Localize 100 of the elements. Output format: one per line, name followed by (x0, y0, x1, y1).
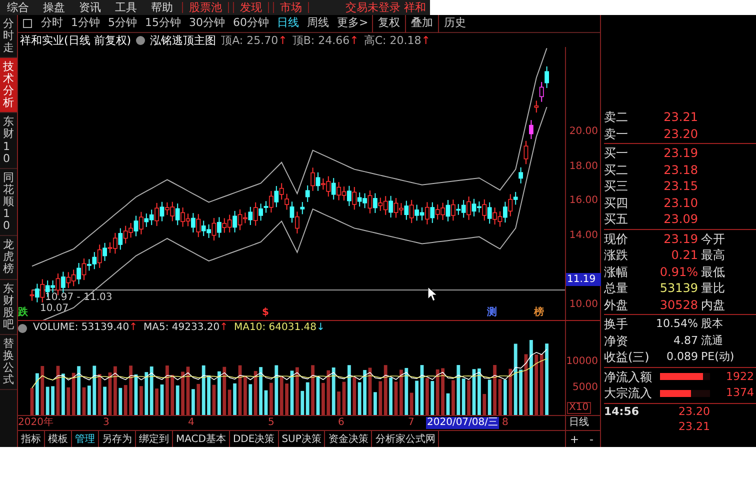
tick-price: 23.20 (678, 404, 710, 420)
current-price-label: 11.19 (566, 273, 601, 286)
quote-label: 总量 (604, 280, 629, 298)
indicator-reading: 顶A: 25.70 (221, 34, 278, 46)
menu-item[interactable]: 发现 (233, 2, 269, 13)
side-tab[interactable]: 技术分析 (0, 58, 17, 114)
period-tab[interactable]: 5分钟 (104, 15, 141, 32)
quote-value: 23.20 (662, 126, 698, 143)
date-label: 8 (502, 417, 508, 429)
event-marker[interactable]: $ (262, 308, 269, 318)
arrow-icon: ↑ (129, 323, 138, 333)
zoom-button[interactable]: - (583, 431, 600, 447)
quote-label: 现价 (604, 230, 629, 248)
cursor-icon (428, 287, 438, 301)
quote-value: 23.19 (662, 230, 698, 248)
price-axis-label: 14.00 (569, 231, 598, 241)
side-tab[interactable]: 东财股吧 (0, 280, 17, 335)
volume-reading: MA5: 49233.20 (144, 323, 220, 333)
period-tab[interactable]: 更多> (333, 15, 372, 32)
side-tab[interactable]: 东财10 (0, 113, 17, 169)
login-status: 交易未登录 祥和 (346, 2, 427, 13)
event-marker[interactable]: 跌 (18, 308, 28, 318)
period-label: 日线 (565, 416, 600, 430)
indicator-tab[interactable]: 分析家公式网 (372, 431, 440, 447)
flow-label: 净流入额 (604, 368, 653, 386)
indicator-toggle-icon[interactable] (136, 36, 146, 44)
quote-label: 净资 (604, 332, 629, 350)
event-marker[interactable]: 测 (487, 308, 497, 318)
period-tab[interactable]: 60分钟 (229, 15, 273, 32)
quote-label: 卖一 (604, 126, 629, 143)
price-axis-label: 20.00 (569, 127, 598, 137)
period-tab[interactable]: 周线 (303, 15, 333, 32)
indicator-tab[interactable]: 另存为 (99, 431, 136, 447)
quote-label: 最高 (700, 247, 725, 264)
quote-value: 23.18 (662, 162, 698, 179)
quote-label: 涨幅 (604, 264, 629, 281)
flow-label: 大宗流入 (604, 385, 653, 402)
price-axis-label: 10.00 (569, 300, 598, 310)
menu-item[interactable]: 帮助 (144, 2, 180, 13)
period-tab[interactable]: 15分钟 (141, 15, 185, 32)
indicator-tab[interactable]: MACD基本 (173, 431, 230, 447)
date-label: 5 (268, 417, 274, 429)
menu-item[interactable]: 股票池 (182, 2, 229, 13)
menu-item[interactable]: 市场 (273, 2, 309, 13)
tick-time: 14:56 (604, 404, 640, 418)
quote-label: 买五 (604, 211, 629, 228)
volume-scale-label: X10 (567, 402, 591, 414)
tool-button[interactable]: 复权 (372, 14, 406, 32)
quote-value: 0.21 (670, 247, 698, 264)
quote-label: 买三 (604, 178, 629, 196)
quote-value: 23.09 (662, 211, 698, 228)
quote-label: 买二 (604, 162, 629, 179)
indicator-tab[interactable]: SUP决策 (278, 431, 326, 447)
period-tab[interactable]: 1分钟 (67, 15, 104, 32)
indicator-tab[interactable]: DDE决策 (230, 431, 279, 447)
quote-label: 换手 (604, 316, 629, 334)
quote-label: 收益(三) (604, 349, 650, 366)
indicator-name: 泓铭逃顶主图 (150, 34, 216, 46)
menu-item[interactable]: 操盘 (36, 2, 72, 13)
quote-label: 今开 (700, 230, 725, 248)
side-tab[interactable]: 替换公式 (0, 334, 17, 390)
menu-item[interactable]: 工具 (108, 2, 144, 13)
quote-value: 30528 (658, 296, 698, 314)
flow-value: 1922 (726, 368, 755, 384)
tool-button[interactable]: 历史 (438, 14, 472, 32)
zoom-button[interactable]: + (566, 431, 583, 447)
menu-item[interactable]: 综合 (0, 2, 36, 13)
indicator-reading: 高C: 20.18 (364, 34, 422, 46)
period-tab[interactable]: 分时 (37, 15, 67, 32)
date-label: 6 (338, 417, 344, 429)
quote-label: 买一 (604, 145, 629, 162)
arrow-icon: ↑ (220, 323, 228, 333)
quote-label: 股本 (700, 316, 723, 332)
event-marker[interactable]: 榜 (534, 308, 544, 318)
quote-value: 23.15 (662, 178, 698, 196)
panel-toggle-icon[interactable] (23, 19, 32, 28)
indicator-tab[interactable]: 模板 (45, 431, 72, 447)
indicator-tab[interactable]: 指标 (18, 431, 45, 447)
menu-item[interactable]: 资讯 (72, 2, 108, 13)
quote-label: 买四 (604, 194, 629, 212)
collapse-icon[interactable] (18, 324, 27, 332)
indicator-tab[interactable]: 绑定到 (136, 431, 173, 447)
side-tab[interactable]: 同花顺10 (0, 168, 17, 236)
quote-label: PE(动) (700, 349, 734, 365)
period-tab[interactable]: 30分钟 (185, 15, 229, 32)
volume-axis-label: 5000 (572, 383, 598, 393)
side-tab[interactable]: 龙虎榜 (0, 236, 17, 280)
tick-price: 23.21 (678, 418, 710, 435)
date-label: 2020年 (18, 417, 54, 429)
quote-label: 流通 (700, 332, 723, 348)
quote-value: 53139 (658, 280, 698, 298)
quote-value: 23.19 (662, 145, 698, 162)
quote-label: 外盘 (604, 296, 629, 314)
indicator-tab[interactable]: 资金决策 (325, 431, 372, 447)
period-tab[interactable]: 日线 (273, 15, 303, 32)
tool-button[interactable]: 叠加 (405, 14, 438, 32)
indicator-tab[interactable]: 管理 (72, 431, 99, 447)
low-price-label: 10.07 (40, 304, 69, 314)
flow-value: 1374 (726, 385, 755, 401)
quote-value: 0.089 (666, 349, 698, 365)
